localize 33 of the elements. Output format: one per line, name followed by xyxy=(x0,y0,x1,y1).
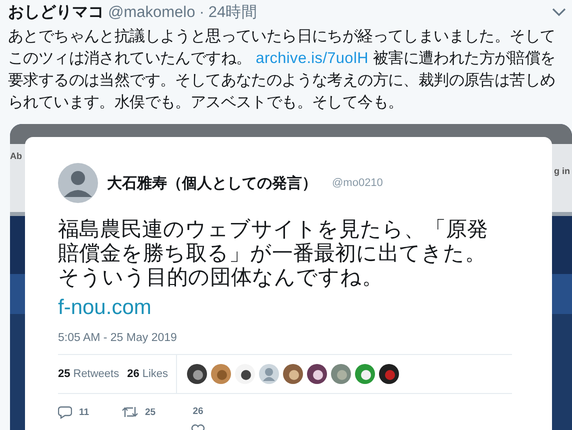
author-handle[interactable]: @mo0210 xyxy=(332,177,383,189)
reply-icon xyxy=(58,406,72,419)
author-name[interactable]: 大石雅寿（個人としての発言） xyxy=(107,174,317,192)
page-text: Ab xyxy=(10,151,22,161)
chevron-down-icon xyxy=(552,8,566,17)
tweet-text: あとでちゃんと抗議しようと思っていたら日にちが経ってしまいました。そしてこのツィは消されていたんですね。 archive.is/7uolH 被害に遭われた方が賠償を要求するのは当然です。そしてあなたのような考えの方に、裁判の原告は苦しめられています。水俣でも。アスベストでも。そして今も。 xyxy=(8,27,556,113)
separator: · xyxy=(199,4,204,22)
stat-count: 25 xyxy=(58,368,70,380)
liker-avatar-icon xyxy=(235,364,256,384)
liker-avatar-icon xyxy=(259,364,280,384)
author-name[interactable]: おしどりマコ xyxy=(8,2,104,23)
page-text: g in xyxy=(554,166,570,176)
action-count: 25 xyxy=(145,406,156,418)
link[interactable]: f-nou.com xyxy=(58,296,512,320)
liker-avatar-icon xyxy=(283,364,304,384)
liker-avatar-icon xyxy=(211,364,232,384)
liker-avatar-icon xyxy=(355,364,376,384)
stat-label[interactable]: Likes xyxy=(142,368,168,380)
timestamp: 5:05 AM - 25 May 2019 xyxy=(58,332,512,355)
retweet-icon xyxy=(122,406,138,418)
link[interactable]: archive.is/7uolH xyxy=(256,50,368,67)
liker-avatar-icon xyxy=(187,364,208,384)
stat-count: 26 xyxy=(127,368,140,380)
avatar-icon xyxy=(58,163,98,203)
action-count: 11 xyxy=(79,407,90,418)
liker-avatar-icon xyxy=(307,364,328,384)
liker-avatar-icon xyxy=(379,364,400,384)
stat-label[interactable]: Retweets xyxy=(73,368,120,380)
liker-avatar-icon xyxy=(331,364,352,384)
author-handle[interactable]: @makomelo xyxy=(108,4,196,22)
action-count: 26 xyxy=(192,406,204,417)
tweet-text: 福島農民連のウェブサイトを見たら、「原発賠償金を勝ち取る」が一番最初に出てきた。そういう目的の団体なんですね。 xyxy=(58,218,489,290)
tweet-time[interactable]: 24時間 xyxy=(208,2,258,23)
